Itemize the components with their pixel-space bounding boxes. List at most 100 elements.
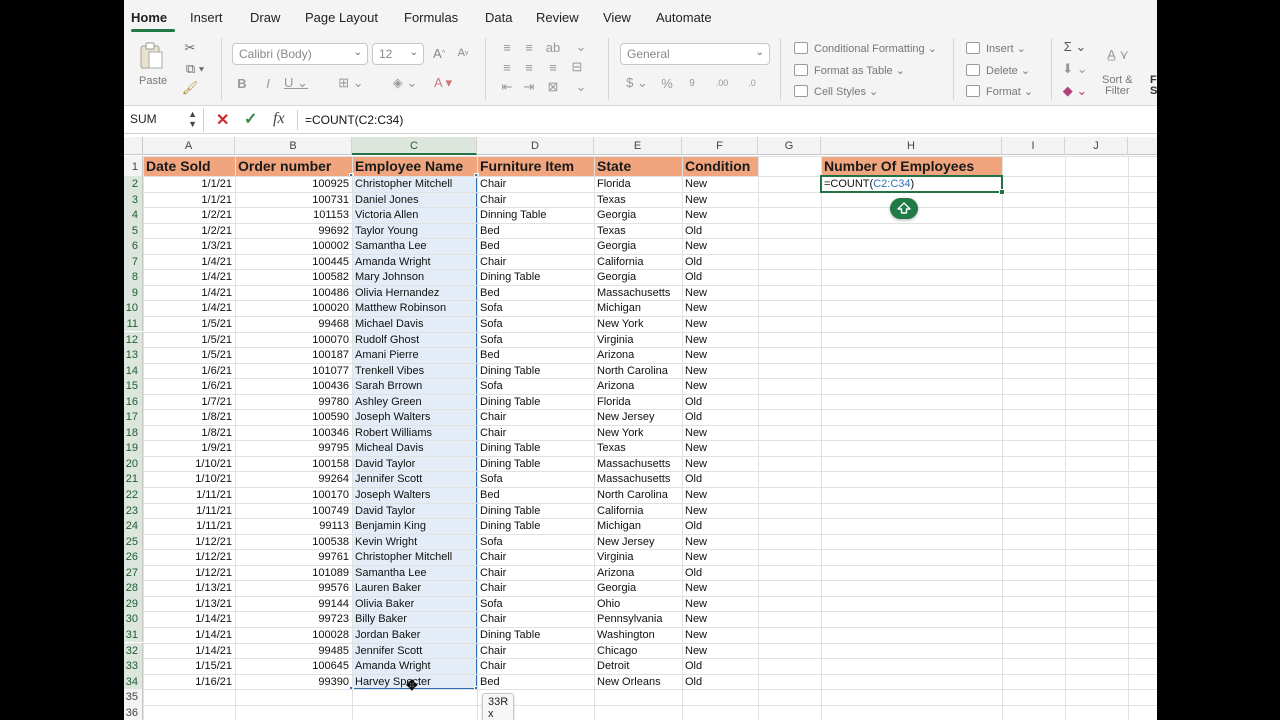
sort-filter-button[interactable]: Sort & Filter — [1102, 75, 1133, 97]
row-header-27[interactable]: 27 — [124, 564, 143, 581]
cell-b3[interactable]: 100731 — [235, 193, 352, 209]
column-header-f[interactable]: F — [682, 137, 758, 155]
cell-e4[interactable]: Georgia — [594, 208, 682, 224]
cell-a30[interactable]: 1/14/21 — [143, 612, 235, 628]
row-header-23[interactable]: 23 — [124, 502, 143, 519]
cell-e5[interactable]: Texas — [594, 224, 682, 240]
comma-icon[interactable]: 9 — [680, 74, 704, 92]
cell-e22[interactable]: North Carolina — [594, 488, 682, 504]
cell-c27[interactable]: Samantha Lee — [352, 566, 477, 582]
cell-e8[interactable]: Georgia — [594, 270, 682, 286]
cell-f14[interactable]: New — [682, 364, 758, 380]
cell-d18[interactable]: Chair — [477, 426, 594, 442]
cell-d19[interactable]: Dining Table — [477, 441, 594, 457]
cell-a10[interactable]: 1/4/21 — [143, 301, 235, 317]
cell-c4[interactable]: Victoria Allen — [352, 208, 477, 224]
cell-a2[interactable]: 1/1/21 — [143, 177, 235, 193]
cell-d25[interactable]: Sofa — [477, 535, 594, 551]
cell-e9[interactable]: Massachusetts — [594, 286, 682, 302]
cancel-formula-icon[interactable]: ✕ — [216, 110, 229, 130]
tab-review[interactable]: Review — [536, 10, 579, 25]
cell-b17[interactable]: 100590 — [235, 410, 352, 426]
cell-b28[interactable]: 99576 — [235, 581, 352, 597]
cell-d13[interactable]: Bed — [477, 348, 594, 364]
formula-suggestion-button[interactable] — [890, 197, 918, 219]
decrease-decimal-icon[interactable]: .0 — [740, 74, 764, 92]
cell-e11[interactable]: New York — [594, 317, 682, 333]
cell-f26[interactable]: New — [682, 550, 758, 566]
cell-f32[interactable]: New — [682, 644, 758, 660]
tab-automate[interactable]: Automate — [656, 10, 712, 25]
row-header-22[interactable]: 22 — [124, 487, 143, 503]
autosum-icon[interactable]: Σ ⌄ — [1060, 38, 1090, 56]
cell-a7[interactable]: 1/4/21 — [143, 255, 235, 271]
row-header-12[interactable]: 12 — [124, 331, 143, 348]
select-all-corner[interactable] — [124, 137, 143, 155]
cell-c26[interactable]: Christopher Mitchell — [352, 550, 477, 566]
cell-f25[interactable]: New — [682, 535, 758, 551]
cell-a18[interactable]: 1/8/21 — [143, 426, 235, 442]
cell-c16[interactable]: Ashley Green — [352, 395, 477, 411]
cell-c10[interactable]: Matthew Robinson — [352, 301, 477, 317]
cell-c20[interactable]: David Taylor — [352, 457, 477, 473]
cell-b15[interactable]: 100436 — [235, 379, 352, 395]
column-header-c[interactable]: C — [352, 137, 477, 155]
cell-a32[interactable]: 1/14/21 — [143, 644, 235, 660]
cell-f34[interactable]: Old — [682, 675, 758, 691]
format-as-table-button[interactable]: Format as Table ⌄ — [794, 64, 905, 77]
column-header-i[interactable]: I — [1002, 137, 1065, 155]
cell-c22[interactable]: Joseph Walters — [352, 488, 477, 504]
row-header-29[interactable]: 29 — [124, 595, 143, 612]
cell-f5[interactable]: Old — [682, 224, 758, 240]
decrease-font-icon[interactable]: Av — [454, 44, 472, 62]
cell-b10[interactable]: 100020 — [235, 301, 352, 317]
cell-c5[interactable]: Taylor Young — [352, 224, 477, 240]
header-cell-h[interactable]: Number Of Employees — [821, 156, 1002, 176]
cell-a27[interactable]: 1/12/21 — [143, 566, 235, 582]
align-top-icon[interactable]: ≡ — [498, 40, 516, 55]
cell-e29[interactable]: Ohio — [594, 597, 682, 613]
tab-view[interactable]: View — [603, 10, 631, 25]
cell-b5[interactable]: 99692 — [235, 224, 352, 240]
header-cell-d[interactable]: Furniture Item — [477, 156, 594, 176]
font-size-select[interactable]: 12 ⌄ — [372, 43, 424, 65]
cell-c17[interactable]: Joseph Walters — [352, 410, 477, 426]
cell-f8[interactable]: Old — [682, 270, 758, 286]
cell-a11[interactable]: 1/5/21 — [143, 317, 235, 333]
cell-e2[interactable]: Florida — [594, 177, 682, 193]
increase-font-icon[interactable]: A ^ — [430, 44, 448, 62]
cell-d28[interactable]: Chair — [477, 581, 594, 597]
bold-icon[interactable]: B — [234, 74, 250, 92]
cell-d7[interactable]: Chair — [477, 255, 594, 271]
formula-input[interactable]: =COUNT(C2:C34) — [305, 113, 403, 127]
row-header-14[interactable]: 14 — [124, 362, 143, 379]
cell-a12[interactable]: 1/5/21 — [143, 333, 235, 349]
row-header-33[interactable]: 33 — [124, 658, 143, 674]
row-header-30[interactable]: 30 — [124, 611, 143, 627]
insert-cells-button[interactable]: Insert ⌄ — [966, 42, 1026, 55]
header-cell-f[interactable]: Condition — [682, 156, 758, 176]
copy-icon[interactable]: ⧉ ▾ — [180, 60, 210, 78]
row-header-7[interactable]: 7 — [124, 253, 143, 270]
tab-insert[interactable]: Insert — [190, 10, 223, 25]
cell-d11[interactable]: Sofa — [477, 317, 594, 333]
row-header-36[interactable]: 36 — [124, 704, 143, 720]
cell-e18[interactable]: New York — [594, 426, 682, 442]
cell-c25[interactable]: Kevin Wright — [352, 535, 477, 551]
tab-home[interactable]: Home — [131, 10, 167, 25]
clear-icon[interactable]: ◆ ⌄ — [1060, 82, 1090, 100]
tab-data[interactable]: Data — [485, 10, 512, 25]
row-header-26[interactable]: 26 — [124, 549, 143, 565]
cell-c8[interactable]: Mary Johnson — [352, 270, 477, 286]
cell-a34[interactable]: 1/16/21 — [143, 675, 235, 691]
cell-e19[interactable]: Texas — [594, 441, 682, 457]
column-header-d[interactable]: D — [477, 137, 594, 155]
cell-e34[interactable]: New Orleans — [594, 675, 682, 691]
cell-b2[interactable]: 100925 — [235, 177, 352, 193]
cell-a3[interactable]: 1/1/21 — [143, 193, 235, 209]
cell-c33[interactable]: Amanda Wright — [352, 659, 477, 675]
underline-icon[interactable]: U ⌄ — [284, 74, 308, 92]
cell-a21[interactable]: 1/10/21 — [143, 472, 235, 488]
cell-b19[interactable]: 99795 — [235, 441, 352, 457]
cell-e24[interactable]: Michigan — [594, 519, 682, 535]
